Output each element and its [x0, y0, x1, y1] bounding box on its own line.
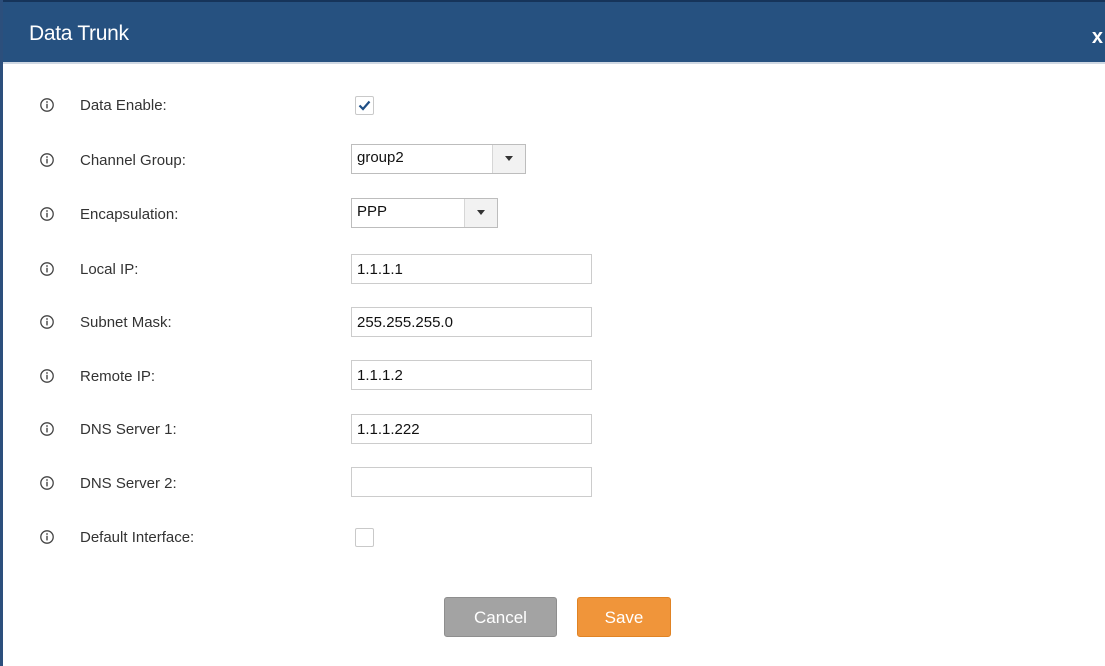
checkmark-icon — [358, 100, 371, 111]
data-enable-row: Data Enable: — [3, 90, 1003, 122]
triangle-down-icon — [505, 156, 513, 161]
info-icon — [40, 530, 54, 544]
info-icon — [40, 369, 54, 383]
close-button[interactable]: x — [1092, 26, 1103, 49]
subnet-mask-input[interactable] — [351, 307, 592, 337]
local-ip-input[interactable] — [351, 254, 592, 284]
channel-group-select[interactable]: group2 — [351, 144, 526, 174]
data-trunk-dialog: Data Trunk x Data Enable: Channel Group:… — [0, 0, 1105, 666]
subnet-mask-label: Subnet Mask: — [80, 314, 172, 331]
encapsulation-select[interactable]: PPP — [351, 198, 498, 228]
info-icon — [40, 153, 54, 167]
dns-server-2-input[interactable] — [351, 467, 592, 497]
info-icon — [40, 262, 54, 276]
triangle-down-icon — [477, 210, 485, 215]
data-enable-checkbox[interactable] — [355, 96, 374, 115]
default-interface-checkbox[interactable] — [355, 528, 374, 547]
info-icon — [40, 315, 54, 329]
remote-ip-label: Remote IP: — [80, 368, 156, 385]
dns-server-2-row: DNS Server 2: — [3, 467, 1003, 499]
local-ip-row: Local IP: — [3, 254, 1003, 286]
dns-server-1-input[interactable] — [351, 414, 592, 444]
encapsulation-value: PPP — [357, 203, 388, 220]
info-icon — [40, 476, 54, 490]
cancel-button[interactable]: Cancel — [444, 597, 557, 637]
dropdown-arrow[interactable] — [464, 199, 497, 227]
data-enable-label: Data Enable: — [80, 97, 167, 114]
info-icon — [40, 422, 54, 436]
dns-server-1-label: DNS Server 1: — [80, 421, 177, 438]
default-interface-label: Default Interface: — [80, 529, 195, 546]
subnet-mask-row: Subnet Mask: — [3, 307, 1003, 339]
channel-group-value: group2 — [357, 149, 404, 166]
channel-group-row: Channel Group: group2 — [3, 144, 1003, 176]
dropdown-arrow[interactable] — [492, 145, 525, 173]
dialog-title: Data Trunk — [29, 22, 129, 45]
remote-ip-row: Remote IP: — [3, 360, 1003, 392]
encapsulation-label: Encapsulation: — [80, 206, 179, 223]
dns-server-2-label: DNS Server 2: — [80, 475, 177, 492]
info-icon — [40, 98, 54, 112]
local-ip-label: Local IP: — [80, 261, 139, 278]
info-icon — [40, 207, 54, 221]
remote-ip-input[interactable] — [351, 360, 592, 390]
save-button[interactable]: Save — [577, 597, 671, 637]
dialog-titlebar: Data Trunk x — [3, 0, 1105, 64]
default-interface-row: Default Interface: — [3, 522, 1003, 554]
channel-group-label: Channel Group: — [80, 152, 186, 169]
encapsulation-row: Encapsulation: PPP — [3, 198, 1003, 230]
dns-server-1-row: DNS Server 1: — [3, 414, 1003, 446]
